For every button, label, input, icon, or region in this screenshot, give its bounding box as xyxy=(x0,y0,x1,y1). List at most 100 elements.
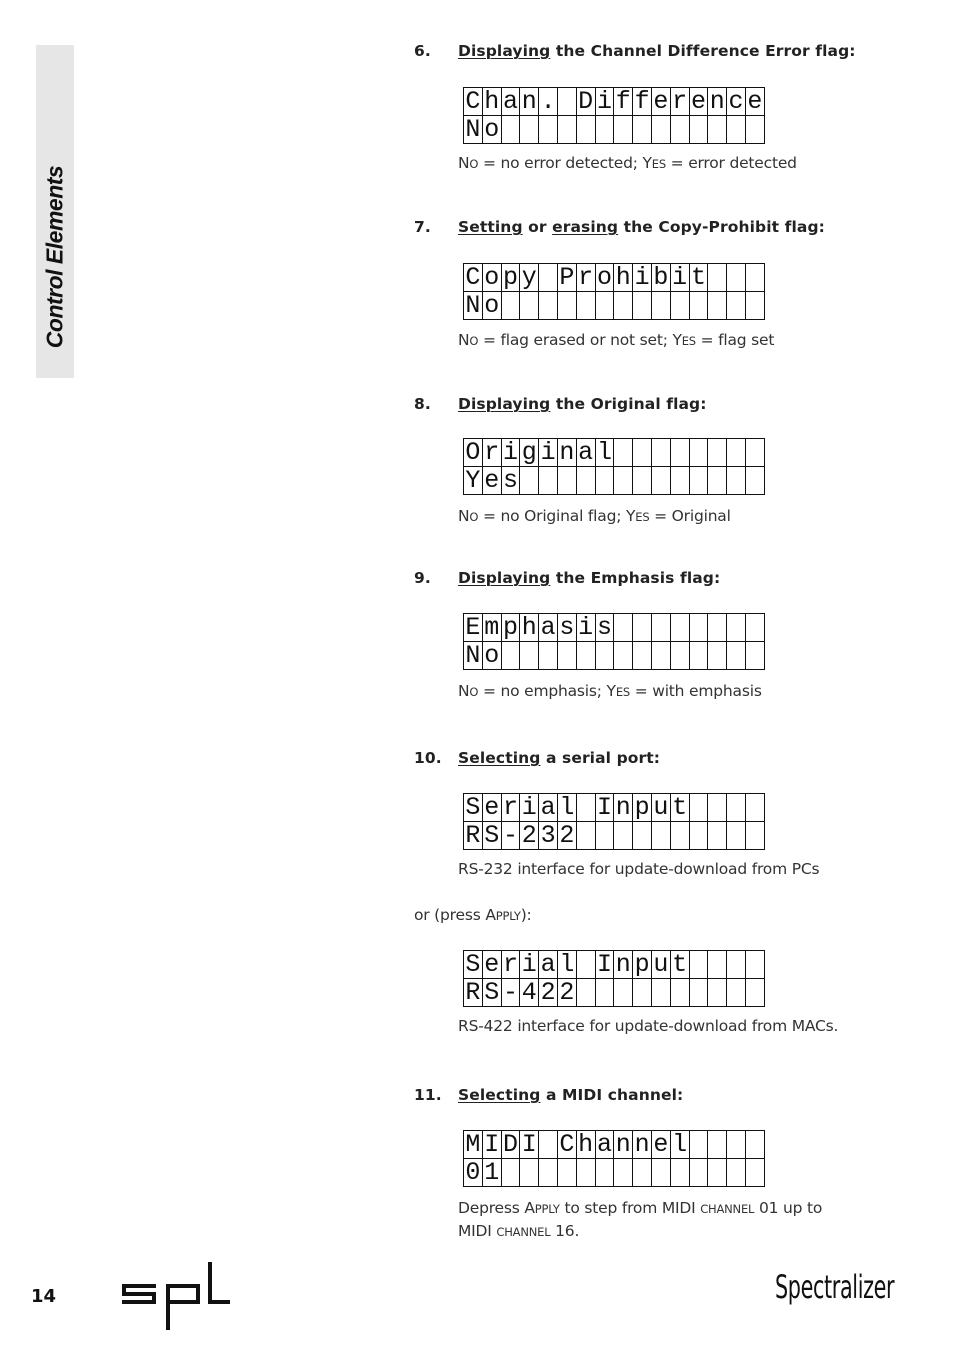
step-caption: Depress APPLY to step from MIDI CHANNEL … xyxy=(458,1197,858,1243)
lcd-cell xyxy=(594,821,615,850)
lcd-cell xyxy=(726,1130,746,1159)
small-caps-text: PPLY xyxy=(495,909,521,923)
lcd-cell: n xyxy=(613,950,634,979)
lcd-cell: o xyxy=(481,641,502,670)
lcd-cell xyxy=(688,978,709,1007)
caption-text: 16. xyxy=(550,1222,580,1240)
lcd-cell: u xyxy=(650,793,671,822)
section-title: Control Elements xyxy=(41,165,68,349)
lcd-cell xyxy=(594,115,615,144)
step-caption: RS-232 interface for update-download fro… xyxy=(458,860,820,878)
lcd-cell: Y xyxy=(463,466,483,495)
lcd-cell: h xyxy=(519,613,540,642)
caption-text: to step from MIDI xyxy=(559,1199,701,1217)
lcd-cell xyxy=(650,641,671,670)
logo-s-top xyxy=(122,1284,156,1288)
lcd-cell: S xyxy=(463,950,483,979)
lcd-cell xyxy=(726,291,746,320)
lcd-line-2: Yes xyxy=(463,466,765,495)
lcd-cell: C xyxy=(463,87,483,116)
lcd-cell xyxy=(594,466,615,495)
lcd-cell xyxy=(538,1158,558,1187)
lcd-cell xyxy=(669,115,690,144)
lcd-cell: 4 xyxy=(519,978,540,1007)
lcd-cell: i xyxy=(519,950,540,979)
step-caption: NO = no emphasis; YES = with emphasis xyxy=(458,682,762,700)
caption-text: RS-232 interface for update-download fro… xyxy=(458,860,820,878)
step-number: 6. xyxy=(414,42,431,60)
alternative-caption: RS-422 interface for update-download fro… xyxy=(458,1017,838,1035)
lcd-line-2: RS-232 xyxy=(463,821,765,850)
lcd-cell xyxy=(632,115,652,144)
lcd-cell xyxy=(613,821,634,850)
lcd-cell xyxy=(688,438,709,467)
lcd-cell xyxy=(688,821,709,850)
lcd-cell xyxy=(707,438,728,467)
lcd-cell xyxy=(669,438,690,467)
small-caps-text: ES xyxy=(635,510,650,524)
lcd-line-2: No xyxy=(463,641,765,670)
lcd-cell: h xyxy=(575,1130,596,1159)
lcd-cell xyxy=(688,1158,709,1187)
lcd-cell xyxy=(575,821,596,850)
lcd-cell xyxy=(556,641,577,670)
lcd-cell: S xyxy=(481,978,502,1007)
lcd-cell: n xyxy=(613,793,634,822)
spl-logo xyxy=(122,1262,230,1330)
lcd-cell: a xyxy=(538,613,558,642)
lcd-cell: 2 xyxy=(556,978,577,1007)
lcd-cell: N xyxy=(463,291,483,320)
lcd-cell: f xyxy=(613,87,634,116)
lcd-cell xyxy=(707,613,728,642)
step-title: Displaying the Emphasis flag: xyxy=(458,569,720,587)
lcd-cell xyxy=(632,466,652,495)
lcd-cell: n xyxy=(707,87,728,116)
lcd-cell xyxy=(556,466,577,495)
lcd-cell: i xyxy=(632,263,652,292)
step-number: 8. xyxy=(414,395,431,413)
lcd-cell: e xyxy=(688,87,709,116)
lcd-cell xyxy=(707,1158,728,1187)
step-caption: NO = flag erased or not set; YES = flag … xyxy=(458,331,774,349)
lcd-cell xyxy=(726,821,746,850)
step-caption: NO = no Original flag; YES = Original xyxy=(458,507,731,525)
caption-text: = with emphasis xyxy=(629,682,762,700)
caption-text: = no Original flag; Y xyxy=(478,507,636,525)
lcd-cell xyxy=(575,291,596,320)
lcd-cell xyxy=(650,466,671,495)
caption-text: = flag set xyxy=(695,331,775,349)
lcd-cell xyxy=(744,466,765,495)
lcd-cell: R xyxy=(463,821,483,850)
lcd-cell xyxy=(613,466,634,495)
lcd-cell: o xyxy=(481,115,502,144)
title-text: a MIDI channel: xyxy=(540,1086,684,1104)
lcd-line-1: MIDIChannel xyxy=(463,1130,765,1159)
lcd-cell: r xyxy=(669,87,690,116)
lcd-cell xyxy=(744,1158,765,1187)
lcd-cell xyxy=(707,641,728,670)
lcd-cell xyxy=(726,115,746,144)
lcd-cell xyxy=(594,641,615,670)
lcd-cell xyxy=(726,793,746,822)
lcd-cell: I xyxy=(481,1130,502,1159)
lcd-cell: a xyxy=(538,793,558,822)
lcd-cell xyxy=(519,291,540,320)
lcd-cell: - xyxy=(500,978,521,1007)
lcd-cell xyxy=(688,466,709,495)
lcd-cell: p xyxy=(500,263,521,292)
lcd-cell: f xyxy=(632,87,652,116)
lcd-cell: n xyxy=(519,87,540,116)
lcd-cell xyxy=(688,641,709,670)
lcd-cell: 0 xyxy=(463,1158,483,1187)
lcd-cell: N xyxy=(463,641,483,670)
lcd-cell xyxy=(669,978,690,1007)
lcd-cell xyxy=(650,438,671,467)
lcd-display: OriginalYes xyxy=(463,438,765,495)
lcd-cell xyxy=(632,641,652,670)
lcd-cell xyxy=(669,821,690,850)
section-side-tab: Control Elements xyxy=(36,45,74,378)
lcd-cell: D xyxy=(500,1130,521,1159)
lcd-line-1: CopyProhibit xyxy=(463,263,765,292)
lcd-cell: o xyxy=(481,263,502,292)
small-caps-text: O xyxy=(469,510,479,524)
